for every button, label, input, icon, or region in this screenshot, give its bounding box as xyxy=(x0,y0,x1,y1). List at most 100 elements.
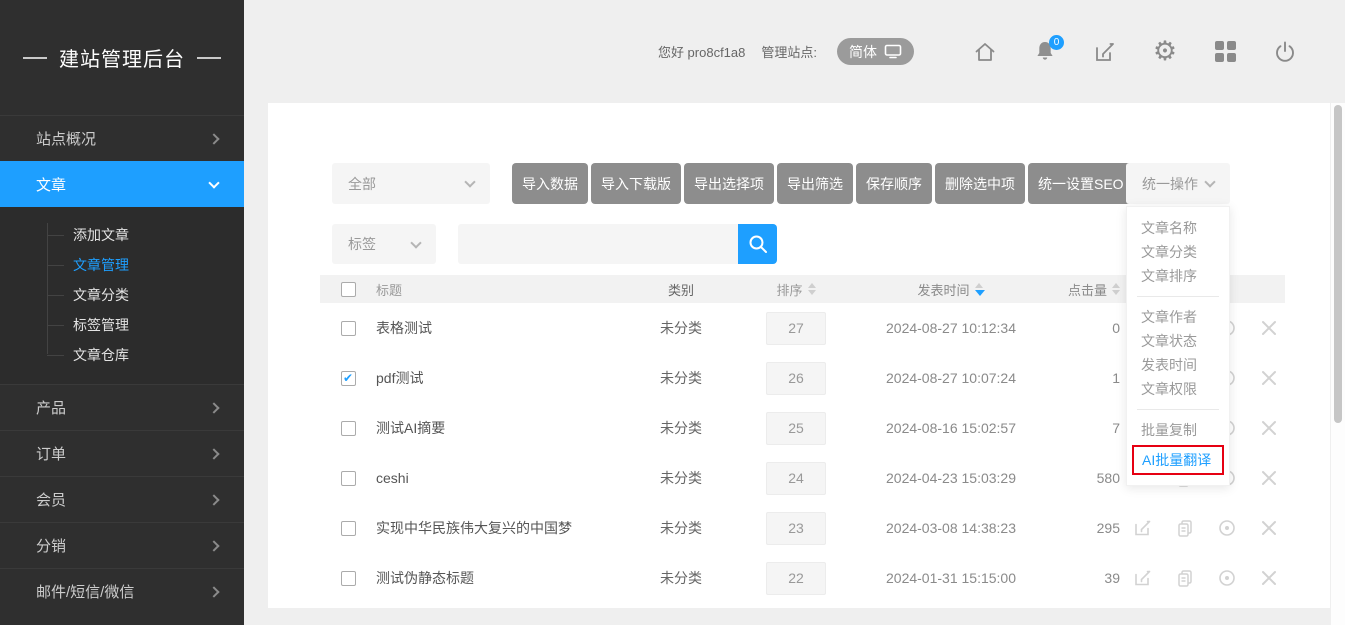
sidebar-item[interactable]: 会员 xyxy=(0,476,244,522)
sidebar-item-label: 站点概况 xyxy=(36,128,210,149)
row-checkbox[interactable] xyxy=(341,421,356,436)
toolbar-button[interactable]: 导入数据 xyxy=(512,163,588,204)
delete-icon[interactable] xyxy=(1259,568,1279,588)
row-sort-input[interactable]: 22 xyxy=(766,562,826,595)
col-clicks[interactable]: 点击量 xyxy=(1046,280,1126,299)
sidebar-item[interactable]: 邮件/短信/微信 xyxy=(0,568,244,614)
row-checkbox-cell xyxy=(320,471,376,486)
unified-action-button[interactable]: 统一操作 xyxy=(1126,163,1230,204)
row-clicks: 580 xyxy=(1046,470,1126,486)
sidebar-subitem[interactable]: 添加文章 xyxy=(0,220,244,250)
row-sort-input[interactable]: 24 xyxy=(766,462,826,495)
toolbar-button[interactable]: 删除选中项 xyxy=(935,163,1025,204)
chevron-down-icon xyxy=(464,176,475,187)
search-input[interactable] xyxy=(458,224,738,264)
col-clicks-label: 点击量 xyxy=(1068,280,1107,299)
sidebar-subitem[interactable]: 文章仓库 xyxy=(0,340,244,370)
view-icon[interactable] xyxy=(1217,568,1237,588)
col-sort-label: 排序 xyxy=(776,280,802,299)
toolbar-button[interactable]: 导出选择项 xyxy=(684,163,774,204)
row-sort-cell: 25 xyxy=(736,412,856,445)
view-icon[interactable] xyxy=(1217,518,1237,538)
unified-action-wrap: 统一操作 文章名称文章分类文章排序文章作者文章状态发表时间文章权限批量复制AI批… xyxy=(1126,163,1230,204)
row-checkbox-cell xyxy=(320,521,376,536)
scrollbar-thumb[interactable] xyxy=(1334,105,1342,423)
power-icon[interactable] xyxy=(1272,39,1298,65)
tag-filter-select[interactable]: 标签 xyxy=(332,224,436,264)
menu-item[interactable]: 文章排序 xyxy=(1127,264,1229,288)
menu-item[interactable]: 发表时间 xyxy=(1127,353,1229,377)
grid-icon[interactable] xyxy=(1212,39,1238,65)
row-category: 未分类 xyxy=(626,318,736,338)
toolbar-button[interactable]: 保存顺序 xyxy=(856,163,932,204)
menu-divider xyxy=(1137,409,1219,410)
menu-item[interactable]: 文章状态 xyxy=(1127,329,1229,353)
menu-item[interactable]: 文章权限 xyxy=(1127,377,1229,401)
sidebar-subitem[interactable]: 标签管理 xyxy=(0,310,244,340)
sidebar-item[interactable]: 产品 xyxy=(0,384,244,430)
gear-icon[interactable]: ⚙ xyxy=(1152,39,1178,65)
row-sort-input[interactable]: 25 xyxy=(766,412,826,445)
search-icon xyxy=(747,233,769,255)
sidebar-item-label: 邮件/短信/微信 xyxy=(36,581,210,602)
edit-icon[interactable] xyxy=(1092,39,1118,65)
edit-icon[interactable] xyxy=(1133,518,1153,538)
scrollbar-track[interactable] xyxy=(1331,103,1345,625)
row-sort-input[interactable]: 26 xyxy=(766,362,826,395)
sidebar-item[interactable]: 站点概况 xyxy=(0,115,244,161)
row-sort-input[interactable]: 23 xyxy=(766,512,826,545)
sidebar-subitem[interactable]: 文章管理 xyxy=(0,250,244,280)
select-all-checkbox[interactable] xyxy=(341,282,356,297)
toolbar-button[interactable]: 导出筛选 xyxy=(777,163,853,204)
row-checkbox[interactable] xyxy=(341,371,356,386)
edit-icon[interactable] xyxy=(1133,568,1153,588)
row-sort-cell: 27 xyxy=(736,312,856,345)
row-clicks: 7 xyxy=(1046,420,1126,436)
delete-icon[interactable] xyxy=(1259,418,1279,438)
row-checkbox[interactable] xyxy=(341,321,356,336)
copy-icon[interactable] xyxy=(1175,518,1195,538)
row-sort-input[interactable]: 27 xyxy=(766,312,826,345)
language-switch-button[interactable]: 简体 xyxy=(837,38,914,65)
row-checkbox[interactable] xyxy=(341,571,356,586)
row-checkbox[interactable] xyxy=(341,471,356,486)
sidebar-item-label: 产品 xyxy=(36,397,210,418)
menu-item[interactable]: 文章名称 xyxy=(1127,216,1229,240)
row-checkbox[interactable] xyxy=(341,521,356,536)
row-clicks: 0 xyxy=(1046,320,1126,336)
sidebar-item[interactable]: 分销 xyxy=(0,522,244,568)
copy-icon[interactable] xyxy=(1175,568,1195,588)
row-publish-time: 2024-03-08 14:38:23 xyxy=(856,520,1046,536)
delete-icon[interactable] xyxy=(1259,468,1279,488)
col-title: 标题 xyxy=(376,280,626,299)
row-sort-cell: 23 xyxy=(736,512,856,545)
menu-item[interactable]: AI批量翻译 xyxy=(1132,445,1224,475)
menu-item[interactable]: 批量复制 xyxy=(1127,418,1229,442)
menu-item[interactable]: 文章分类 xyxy=(1127,240,1229,264)
sort-arrows-icon xyxy=(1112,283,1120,295)
toolbar-button[interactable]: 导入下载版 xyxy=(591,163,681,204)
menu-item[interactable]: 文章作者 xyxy=(1127,305,1229,329)
row-checkbox-cell xyxy=(320,371,376,386)
sidebar-menu: 站点概况文章添加文章文章管理文章分类标签管理文章仓库产品订单会员分销邮件/短信/… xyxy=(0,115,244,614)
delete-icon[interactable] xyxy=(1259,318,1279,338)
language-label: 简体 xyxy=(849,42,877,62)
delete-icon[interactable] xyxy=(1259,518,1279,538)
notifications-bell-icon[interactable]: 0 xyxy=(1032,39,1058,65)
table-row: 测试伪静态标题未分类222024-01-31 15:15:0039 xyxy=(320,553,1285,603)
chevron-down-icon xyxy=(410,237,421,248)
col-publish-time[interactable]: 发表时间 xyxy=(856,280,1046,299)
category-filter-select[interactable]: 全部 xyxy=(332,163,490,204)
home-icon[interactable] xyxy=(972,39,998,65)
col-sort[interactable]: 排序 xyxy=(736,280,856,299)
chevron-right-icon xyxy=(208,448,219,459)
sidebar-item[interactable]: 订单 xyxy=(0,430,244,476)
user-greeting: 您好 pro8cf1a8 xyxy=(658,42,745,61)
search-button[interactable] xyxy=(738,224,777,264)
toolbar-button[interactable]: 统一设置SEO xyxy=(1028,163,1134,204)
row-title: 测试AI摘要 xyxy=(376,418,626,438)
chevron-right-icon xyxy=(208,540,219,551)
sidebar-subitem[interactable]: 文章分类 xyxy=(0,280,244,310)
sidebar-item[interactable]: 文章 xyxy=(0,161,244,207)
delete-icon[interactable] xyxy=(1259,368,1279,388)
